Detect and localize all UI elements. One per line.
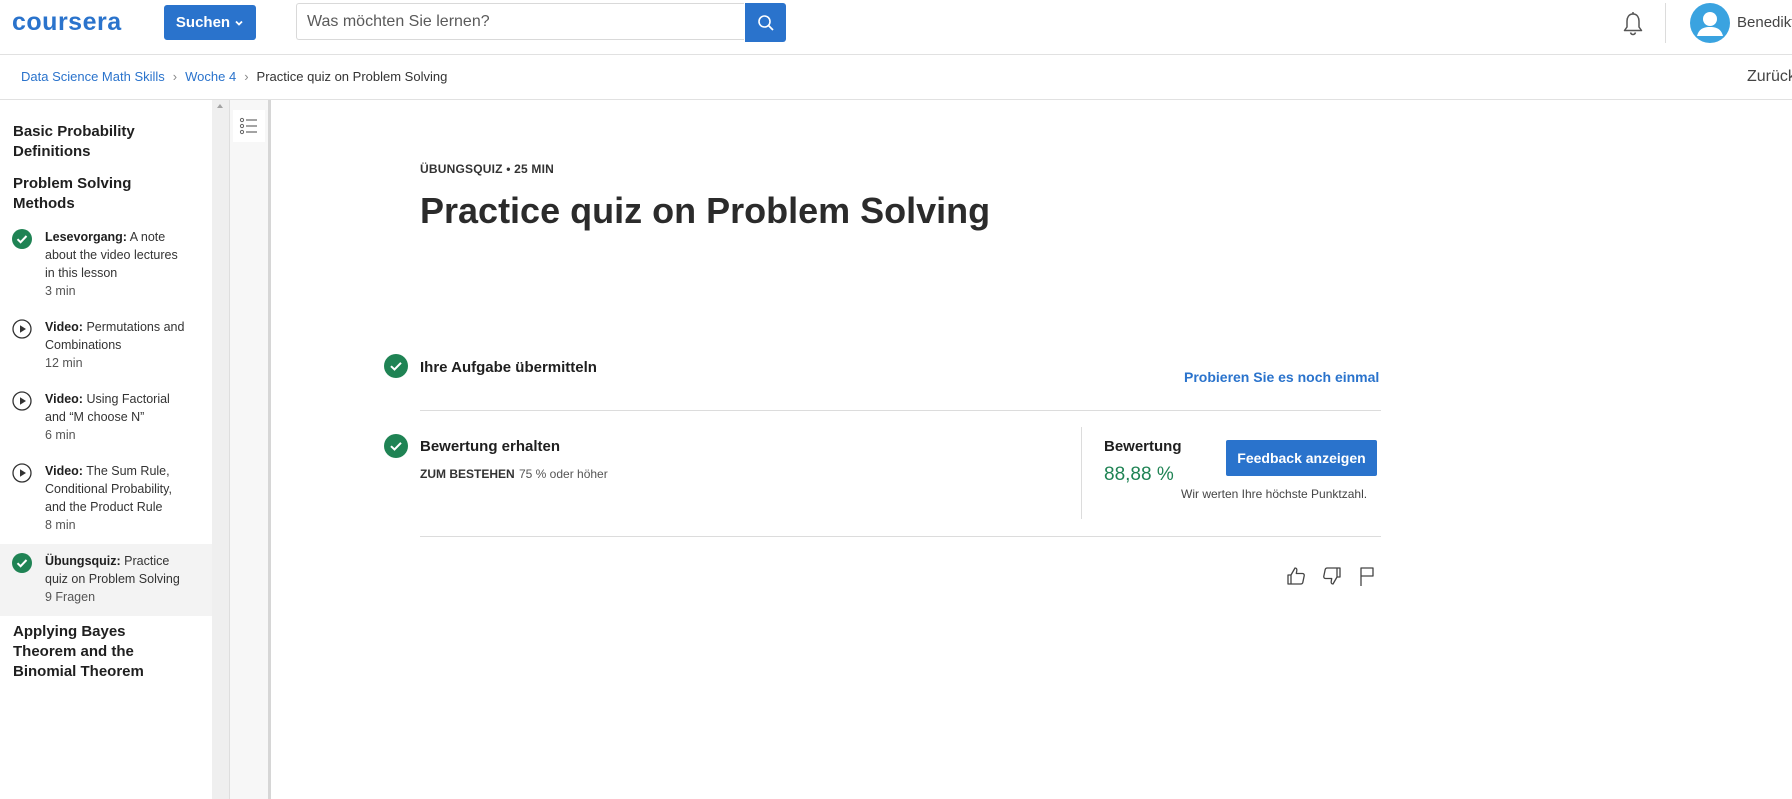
course-sidebar: Basic Probability Definitions Problem So…	[0, 100, 212, 799]
chevron-down-icon	[235, 20, 243, 26]
item-type: Übungsquiz:	[45, 554, 121, 568]
receive-grade-title: Bewertung erhalten	[420, 438, 561, 455]
play-circle-icon	[12, 391, 32, 411]
toggle-outline-button[interactable]	[233, 110, 265, 142]
item-kicker: ÜBUNGSQUIZ • 25 MIN	[420, 162, 555, 176]
breadcrumb-week[interactable]: Woche 4	[185, 69, 236, 84]
play-circle-icon	[12, 319, 32, 339]
coursera-logo[interactable]: coursera	[12, 8, 122, 37]
chevron-right-icon: ›	[244, 69, 249, 84]
flag-icon	[1360, 567, 1374, 586]
report-button[interactable]	[1355, 564, 1379, 588]
highest-score-note: Wir werten Ihre höchste Punktzahl.	[1181, 487, 1368, 501]
user-icon	[1697, 12, 1723, 36]
item-duration: 12 min	[45, 356, 83, 370]
retry-link[interactable]: Probieren Sie es noch einmal	[1184, 369, 1379, 385]
item-duration: 3 min	[45, 284, 76, 298]
sidebar-item-label: Video: Using Factorial and “M choose N”	[45, 390, 190, 426]
search-input[interactable]	[297, 4, 744, 39]
chevron-right-icon: ›	[172, 69, 178, 84]
breadcrumb-bar: Data Science Math Skills › Woche 4 › Pra…	[0, 55, 1792, 100]
sidebar-item-video-factorial[interactable]: Video: Using Factorial and “M choose N” …	[0, 388, 212, 450]
item-duration: 6 min	[45, 428, 76, 442]
breadcrumb-current: Practice quiz on Problem Solving	[256, 69, 448, 84]
page-title: Practice quiz on Problem Solving	[420, 190, 991, 231]
grade-value: 88,88 %	[1104, 464, 1174, 485]
scroll-up-arrow-icon[interactable]	[217, 104, 223, 108]
sidebar-item-video-sum-rule[interactable]: Video: The Sum Rule, Conditional Probabi…	[0, 460, 212, 540]
divider	[420, 410, 1381, 411]
search-submit-button[interactable]	[745, 3, 786, 42]
dislike-button[interactable]	[1320, 564, 1344, 588]
header-divider	[1665, 3, 1666, 43]
sidebar-rail	[230, 100, 271, 799]
pass-threshold-label: ZUM BESTEHEN	[420, 467, 515, 481]
sidebar-item-label: Lesevorgang: A note about the video lect…	[45, 228, 190, 282]
user-name[interactable]: Benedikt	[1737, 14, 1792, 31]
check-circle-icon	[12, 553, 32, 573]
list-icon	[239, 117, 257, 135]
check-circle-icon	[384, 354, 408, 378]
notifications-button[interactable]	[1619, 10, 1647, 38]
item-type: Video:	[45, 392, 83, 406]
sidebar-scrollbar[interactable]	[212, 100, 230, 799]
breadcrumb-course[interactable]: Data Science Math Skills	[21, 69, 165, 84]
search-icon	[757, 14, 774, 31]
sidebar-item-reading[interactable]: Lesevorgang: A note about the video lect…	[0, 226, 212, 306]
bell-icon	[1623, 12, 1643, 36]
section-problem-solving[interactable]: Problem Solving Methods	[13, 174, 193, 214]
search-menu-label: Suchen	[175, 14, 231, 31]
item-type: Video:	[45, 320, 83, 334]
grade-label: Bewertung	[1104, 438, 1182, 455]
search-field[interactable]	[296, 3, 744, 40]
sidebar-item-video-permutations[interactable]: Video: Permutations and Combinations 12 …	[0, 316, 212, 378]
check-circle-icon	[12, 229, 32, 249]
thumbs-down-icon	[1323, 567, 1341, 585]
sidebar-item-label: Übungsquiz: Practice quiz on Problem Sol…	[45, 552, 190, 588]
view-feedback-button[interactable]: Feedback anzeigen	[1226, 440, 1377, 476]
avatar[interactable]	[1690, 3, 1730, 43]
breadcrumb: Data Science Math Skills › Woche 4 › Pra…	[21, 69, 447, 84]
search-menu-button[interactable]: Suchen	[164, 5, 256, 40]
sidebar-item-label: Video: The Sum Rule, Conditional Probabi…	[45, 462, 190, 516]
like-button[interactable]	[1284, 564, 1308, 588]
item-type: Lesevorgang:	[45, 230, 127, 244]
top-header: coursera Suchen Benedikt	[0, 0, 1792, 55]
thumbs-up-icon	[1287, 567, 1305, 585]
item-duration: 9 Fragen	[45, 590, 96, 604]
sidebar-item-label: Video: Permutations and Combinations	[45, 318, 190, 354]
section-bayes-binomial[interactable]: Applying Bayes Theorem and the Binomial …	[13, 622, 193, 682]
sidebar-item-quiz[interactable]: Übungsquiz: Practice quiz on Problem Sol…	[0, 544, 212, 616]
submit-assignment-title: Ihre Aufgabe übermitteln	[420, 359, 597, 376]
play-circle-icon	[12, 463, 32, 483]
section-basic-probability[interactable]: Basic Probability Definitions	[13, 122, 193, 162]
item-type: Video:	[45, 464, 83, 478]
vertical-divider	[1081, 427, 1082, 519]
divider	[420, 536, 1381, 537]
check-circle-icon	[384, 434, 408, 458]
back-link[interactable]: Zurück	[1747, 68, 1792, 86]
pass-threshold-value: 75 % oder höher	[519, 467, 608, 481]
item-duration: 8 min	[45, 518, 76, 532]
